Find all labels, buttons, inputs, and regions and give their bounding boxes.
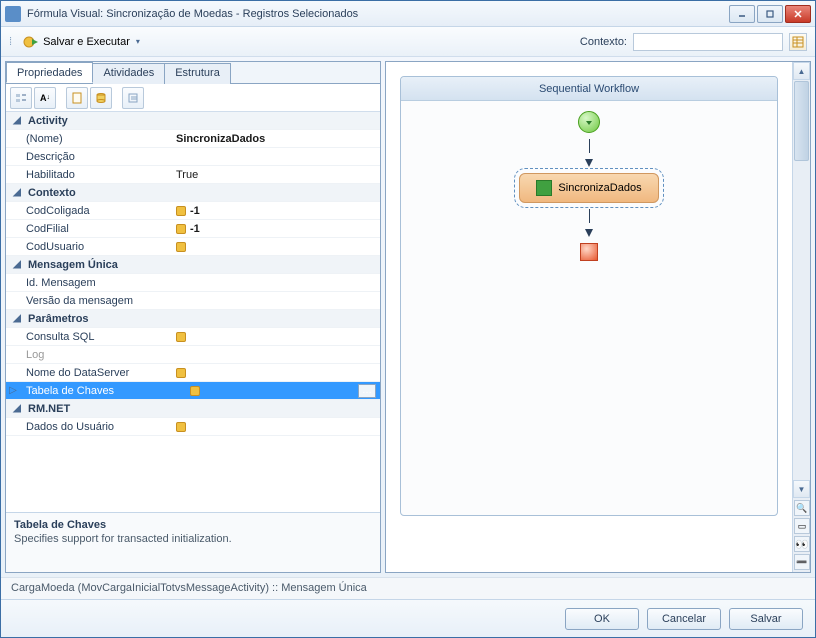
prop-codcoligada-key: CodColigada (6, 205, 176, 217)
save-execute-label: Salvar e Executar (43, 36, 130, 48)
prop-consulta-key: Consulta SQL (6, 331, 176, 343)
prop-dataserver-val[interactable] (176, 368, 380, 378)
workflow-container[interactable]: Sequential Workflow SincronizaDados (400, 76, 778, 516)
prop-codusuario-key: CodUsuario (6, 241, 176, 253)
expand-icon[interactable]: ◢ (10, 313, 24, 324)
app-window: Fórmula Visual: Sincronização de Moedas … (0, 0, 816, 638)
app-icon (5, 6, 21, 22)
prop-codfilial-val[interactable]: -1 (176, 223, 380, 235)
scroll-thumb[interactable] (794, 81, 809, 161)
breadcrumb: CargaMoeda (MovCargaInicialTotvsMessageA… (1, 577, 815, 599)
selected-row[interactable]: ▷Tabela de Chaves … (6, 382, 380, 400)
prop-desc-key: Descrição (6, 151, 176, 163)
connector-line (589, 139, 590, 153)
expand-icon[interactable]: ◢ (10, 187, 24, 198)
prop-consulta-val[interactable] (176, 332, 380, 342)
prop-name-key: (Nome) (6, 133, 176, 145)
bind-pill-icon (176, 206, 186, 216)
context-label: Contexto: (580, 36, 627, 48)
prop-desc-title: Tabela de Chaves (14, 519, 372, 531)
workflow-activity-node[interactable]: SincronizaDados (519, 173, 658, 203)
tab-structure[interactable]: Estrutura (164, 63, 231, 84)
minimize-button[interactable] (729, 5, 755, 23)
save-execute-button[interactable]: Salvar e Executar ▾ (16, 31, 147, 53)
bind-pill-icon (176, 368, 186, 378)
zoom-out-icon[interactable]: ➖ (794, 554, 810, 570)
context-field[interactable] (633, 33, 783, 51)
events-icon[interactable] (66, 87, 88, 109)
tab-activities[interactable]: Atividades (92, 63, 165, 84)
category-activity: Activity (24, 115, 68, 127)
dialog-footer: OK Cancelar Salvar (1, 599, 815, 637)
zoom-in-icon[interactable]: 🔍 (794, 500, 810, 516)
arrow-down-icon (585, 159, 593, 167)
vertical-scrollbar[interactable]: ▲ ▼ 🔍 ▭ 👀 ➖ (792, 62, 810, 572)
workflow-title: Sequential Workflow (401, 77, 777, 101)
dropdown-arrow-icon: ▾ (136, 37, 140, 46)
prop-vermsg-key: Versão da mensagem (6, 295, 176, 307)
maximize-button[interactable] (757, 5, 783, 23)
prop-codfilial-key: CodFilial (6, 223, 176, 235)
category-params: Parâmetros (24, 313, 89, 325)
expand-right-icon[interactable]: ▷ (6, 385, 20, 396)
ok-button[interactable]: OK (565, 608, 639, 630)
expand-icon[interactable]: ◢ (10, 403, 24, 414)
prop-enabled-val[interactable]: True (176, 169, 380, 181)
bind-pill-icon (176, 224, 186, 234)
scroll-up-icon[interactable]: ▲ (793, 62, 810, 80)
scroll-down-icon[interactable]: ▼ (793, 480, 810, 498)
zoom-fit-icon[interactable]: ▭ (794, 518, 810, 534)
prop-tabela-val[interactable] (190, 386, 358, 396)
bind-pill-icon (176, 422, 186, 432)
activity-icon (536, 180, 552, 196)
prop-tabela-key: Tabela de Chaves (20, 385, 190, 397)
category-rmnet: RM.NET (24, 403, 70, 415)
property-pages-icon[interactable] (122, 87, 144, 109)
close-button[interactable] (785, 5, 811, 23)
toolbar-grip-icon: ⁞ (9, 36, 12, 48)
bind-pill-icon (190, 386, 200, 396)
property-toolbar: A↓ (6, 84, 380, 112)
window-title: Fórmula Visual: Sincronização de Moedas … (27, 8, 729, 20)
prop-log-key: Log (6, 349, 176, 361)
prop-dadosusuario-key: Dados do Usuário (6, 421, 176, 433)
prop-name-val[interactable]: SincronizaDados (176, 133, 380, 145)
prop-codusuario-val[interactable] (176, 242, 380, 252)
properties-panel: Propriedades Atividades Estrutura A↓ ◢Ac… (5, 61, 381, 573)
prop-dataserver-key: Nome do DataServer (6, 367, 176, 379)
prop-codcoligada-val[interactable]: -1 (176, 205, 380, 217)
titlebar: Fórmula Visual: Sincronização de Moedas … (1, 1, 815, 27)
bind-pill-icon (176, 332, 186, 342)
connector-line (589, 209, 590, 223)
cylinder-icon[interactable] (90, 87, 112, 109)
prop-idmsg-key: Id. Mensagem (6, 277, 176, 289)
ellipsis-button[interactable]: … (358, 384, 376, 398)
bind-pill-icon (176, 242, 186, 252)
cancel-button[interactable]: Cancelar (647, 608, 721, 630)
context-grid-icon[interactable] (789, 33, 807, 51)
categorized-icon[interactable] (10, 87, 32, 109)
category-msg: Mensagem Única (24, 259, 118, 271)
main-toolbar: ⁞ Salvar e Executar ▾ Contexto: (1, 27, 815, 57)
gear-play-icon (23, 34, 39, 50)
workflow-end-icon[interactable] (580, 243, 598, 261)
prop-desc-text: Specifies support for transacted initial… (14, 533, 372, 545)
arrow-down-icon (585, 229, 593, 237)
binoculars-icon[interactable]: 👀 (794, 536, 810, 552)
prop-dadosusuario-val[interactable] (176, 422, 380, 432)
tab-properties[interactable]: Propriedades (6, 62, 93, 83)
category-context: Contexto (24, 187, 76, 199)
expand-icon[interactable]: ◢ (10, 259, 24, 270)
workflow-start-icon[interactable] (578, 111, 600, 133)
workflow-canvas-panel: Sequential Workflow SincronizaDados (385, 61, 811, 573)
property-description: Tabela de Chaves Specifies support for t… (6, 512, 380, 572)
property-grid[interactable]: ◢Activity (Nome)SincronizaDados Descriçã… (6, 112, 380, 512)
workflow-canvas[interactable]: Sequential Workflow SincronizaDados (386, 62, 792, 572)
activity-label: SincronizaDados (558, 182, 641, 194)
save-button[interactable]: Salvar (729, 608, 803, 630)
prop-enabled-key: Habilitado (6, 169, 176, 181)
expand-icon[interactable]: ◢ (10, 115, 24, 126)
alphabetical-icon[interactable]: A↓ (34, 87, 56, 109)
panel-tabs: Propriedades Atividades Estrutura (6, 62, 380, 84)
